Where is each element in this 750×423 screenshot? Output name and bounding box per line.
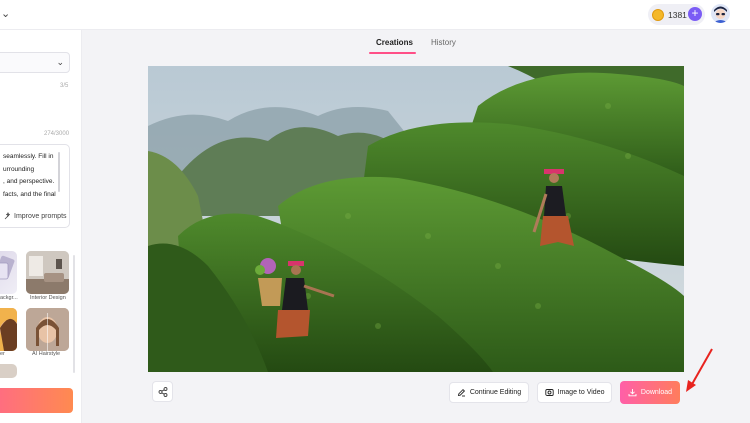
download-button[interactable]: Download <box>620 381 680 404</box>
tab-history[interactable]: History <box>431 38 456 47</box>
presets-scrollbar[interactable] <box>73 255 75 373</box>
image-to-video-label: Image to Video <box>557 389 605 396</box>
generated-image[interactable] <box>148 66 684 372</box>
tab-creations[interactable]: Creations <box>376 38 413 47</box>
top-bar: ⌄ 1381 + <box>0 0 750 30</box>
credits-badge[interactable]: 1381 + <box>648 4 705 25</box>
preset-interior-design-thumb[interactable] <box>26 251 69 294</box>
prompt-line: facts, and the final <box>3 190 56 198</box>
model-select[interactable]: ⌄ <box>0 52 70 73</box>
annotation-arrow-icon <box>686 348 713 392</box>
chevron-down-icon[interactable]: ⌄ <box>1 7 10 20</box>
coin-icon <box>652 8 664 21</box>
improve-prompts-button[interactable]: Improve prompts <box>4 212 67 220</box>
continue-editing-label: Continue Editing <box>469 389 522 396</box>
share-button[interactable] <box>152 381 173 402</box>
prompt-line: seamlessly. Fill in <box>3 153 54 160</box>
avatar[interactable] <box>711 4 730 23</box>
prompt-textarea[interactable]: seamlessly. Fill in urrounding , and per… <box>0 144 70 228</box>
preset-label: Interior Design <box>30 295 66 301</box>
char-count-top: 3/5 <box>60 83 69 89</box>
prompt-text: seamlessly. Fill in urrounding , and per… <box>3 151 61 201</box>
camera-icon <box>544 389 554 396</box>
prompt-line: urrounding <box>3 165 35 173</box>
chevron-down-icon: ⌄ <box>56 57 64 67</box>
char-count-prompt: 274/3000 <box>44 131 70 137</box>
active-tab-indicator <box>369 52 416 54</box>
download-icon <box>628 389 637 397</box>
preset-background-thumb[interactable] <box>0 251 17 294</box>
prompt-scrollbar[interactable] <box>58 152 60 192</box>
preset-label: ackgr... <box>0 295 18 301</box>
preset-label: er <box>0 351 5 357</box>
add-credits-button[interactable]: + <box>688 7 702 21</box>
preset-thumb-partial[interactable] <box>0 364 17 378</box>
image-to-video-button[interactable]: Image to Video <box>537 382 612 403</box>
share-icon <box>158 386 167 397</box>
continue-editing-button[interactable]: Continue Editing <box>449 382 529 403</box>
generate-button[interactable] <box>0 388 73 413</box>
prompt-line: , and perspective. <box>3 178 55 185</box>
preset-portrait-thumb[interactable] <box>0 308 17 351</box>
pencil-icon <box>457 388 465 397</box>
download-label: Download <box>640 389 673 396</box>
improve-prompts-label: Improve prompts <box>14 212 67 220</box>
credit-count: 1381 <box>668 9 687 20</box>
preset-ai-hairstyle-thumb[interactable] <box>26 308 69 351</box>
sparkle-edit-icon <box>4 212 10 220</box>
left-panel: ⌄ 3/5 274/3000 seamlessly. Fill in urrou… <box>0 30 82 423</box>
preset-label: AI Hairstyle <box>32 351 61 357</box>
